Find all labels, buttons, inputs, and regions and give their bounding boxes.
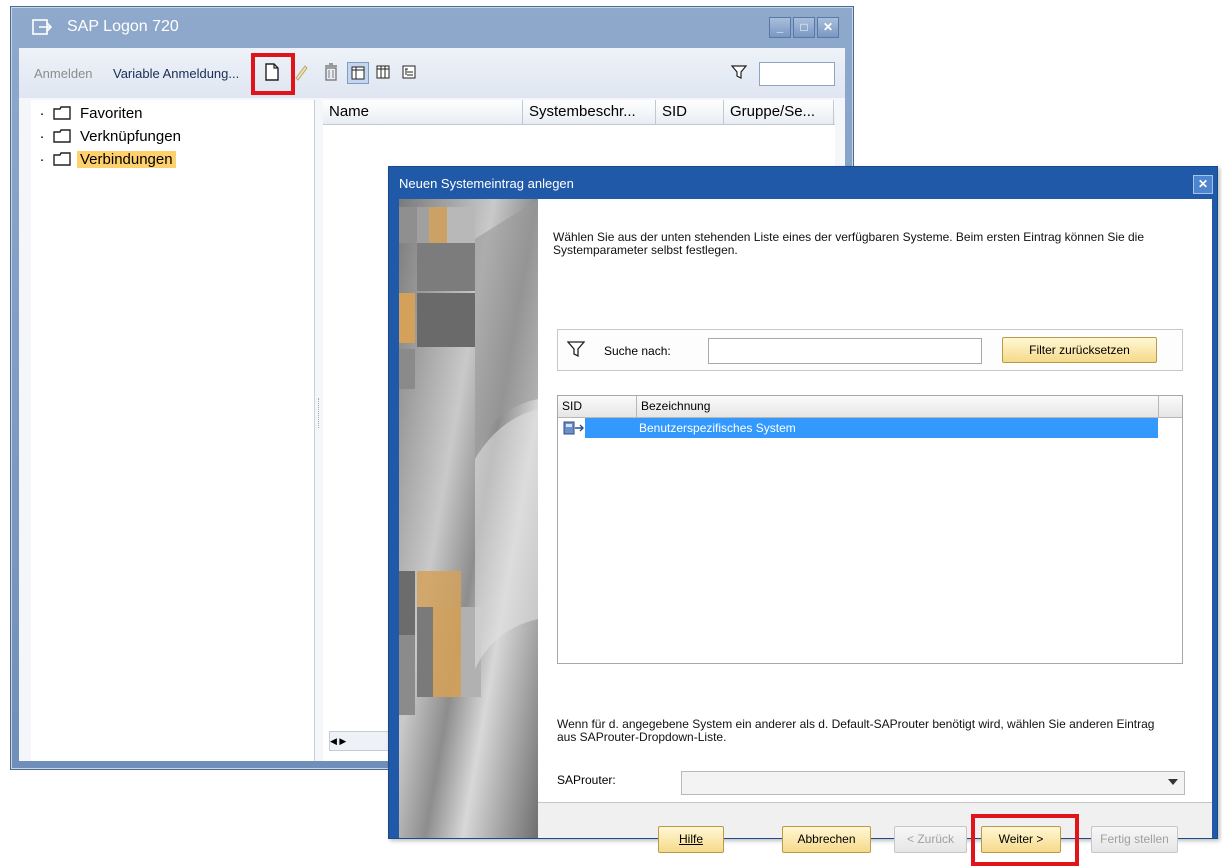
system-row[interactable]: Benutzerspezifisches System [558, 418, 1158, 438]
filter-reset-button[interactable]: Filter zurücksetzen [1002, 337, 1157, 363]
folder-icon [53, 129, 71, 143]
new-entry-highlight [251, 53, 295, 95]
dialog-content: Wählen Sie aus der unten stehenden Liste… [538, 199, 1212, 802]
edit-icon[interactable] [291, 62, 311, 82]
dialog-title: Neuen Systemeintrag anlegen [399, 176, 574, 191]
view-list-icon[interactable] [347, 62, 369, 84]
anmelden-button[interactable]: Anmelden [34, 66, 93, 81]
zurueck-button[interactable]: < Zurück [894, 826, 967, 853]
tree-item-favoriten[interactable]: · Favoriten [37, 102, 146, 124]
minimize-button[interactable]: _ [769, 17, 791, 38]
hilfe-button[interactable]: Hilfe [658, 826, 724, 853]
column-header-systembeschreibung[interactable]: Systembeschr... [523, 100, 656, 124]
dialog-body: Wählen Sie aus der unten stehenden Liste… [399, 199, 1212, 866]
fertig-stellen-label: Fertig stellen [1100, 832, 1169, 846]
zurueck-label: < Zurück [906, 832, 954, 846]
tree-bullet: · [39, 150, 45, 168]
logon-icon [31, 17, 53, 37]
footer-separator [538, 802, 1212, 803]
column-header-gruppe[interactable]: Gruppe/Se... [724, 100, 834, 124]
maximize-button[interactable]: □ [793, 17, 815, 38]
abbrechen-label: Abbrechen [797, 832, 856, 846]
tree-item-label: Favoriten [80, 104, 143, 122]
search-label: Suche nach: [604, 344, 671, 358]
system-icon [563, 420, 585, 436]
tree-item-verbindungen[interactable]: · Verbindungen [37, 148, 176, 170]
tree-item-verknuepfungen[interactable]: · Verknüpfungen [37, 125, 184, 147]
new-system-entry-dialog: Neuen Systemeintrag anlegen ✕ Wählen Sie… [388, 166, 1218, 866]
saprouter-label: SAProuter: [557, 773, 616, 787]
pane-splitter[interactable] [318, 398, 321, 428]
delete-icon[interactable] [321, 62, 341, 82]
filter-bar: Suche nach: Filter zurücksetzen [557, 329, 1183, 371]
saprouter-hint: Wenn für d. angegebene System ein andere… [557, 717, 1155, 744]
folder-icon [53, 106, 71, 120]
hilfe-label: Hilfe [678, 832, 703, 846]
dialog-close-button[interactable]: ✕ [1193, 175, 1213, 194]
folder-icon [53, 152, 71, 166]
fertig-stellen-button[interactable]: Fertig stellen [1091, 826, 1178, 853]
folder-tree: · Favoriten · Verknüpfungen · Verbindung… [31, 100, 315, 761]
connection-list-header: Name Systembeschr... SID Gruppe/Se... [323, 100, 835, 125]
wizard-side-image [399, 199, 538, 838]
filter-icon[interactable] [566, 340, 586, 361]
variable-anmeldung-button[interactable]: Variable Anmeldung... [113, 66, 239, 81]
tree-item-label: Verbindungen [77, 150, 176, 168]
tree-bullet: · [39, 104, 45, 122]
search-input[interactable] [708, 338, 982, 364]
logon-search-input[interactable] [759, 62, 835, 86]
abbrechen-button[interactable]: Abbrechen [782, 826, 871, 853]
tree-bullet: · [39, 127, 45, 145]
saprouter-dropdown[interactable] [681, 771, 1185, 795]
column-header-bezeichnung[interactable]: Bezeichnung [637, 396, 1159, 417]
column-header-sid[interactable]: SID [558, 396, 637, 417]
logon-window-controls: _ □ ✕ [769, 17, 839, 38]
column-header-sid[interactable]: SID [656, 100, 724, 124]
system-row-label: Benutzerspezifisches System [585, 418, 1158, 438]
system-grid: SID Bezeichnung Benutzerspezifisches Sys… [557, 395, 1183, 664]
logon-toolbar: Anmelden Variable Anmeldung... [19, 48, 845, 98]
logon-title: SAP Logon 720 [67, 18, 179, 35]
tree-item-label: Verknüpfungen [80, 127, 181, 145]
filter-icon[interactable] [729, 62, 749, 82]
close-button[interactable]: ✕ [817, 17, 839, 38]
view-grid-icon[interactable] [373, 62, 393, 82]
logon-titlebar: SAP Logon 720 _ □ ✕ [11, 7, 853, 47]
weiter-highlight [971, 814, 1079, 866]
system-grid-header: SID Bezeichnung [558, 396, 1182, 418]
intro-text: Wählen Sie aus der unten stehenden Liste… [553, 230, 1145, 257]
chevron-down-icon [1168, 779, 1178, 785]
column-header-name[interactable]: Name [323, 100, 523, 124]
view-tree-icon[interactable] [399, 62, 419, 82]
